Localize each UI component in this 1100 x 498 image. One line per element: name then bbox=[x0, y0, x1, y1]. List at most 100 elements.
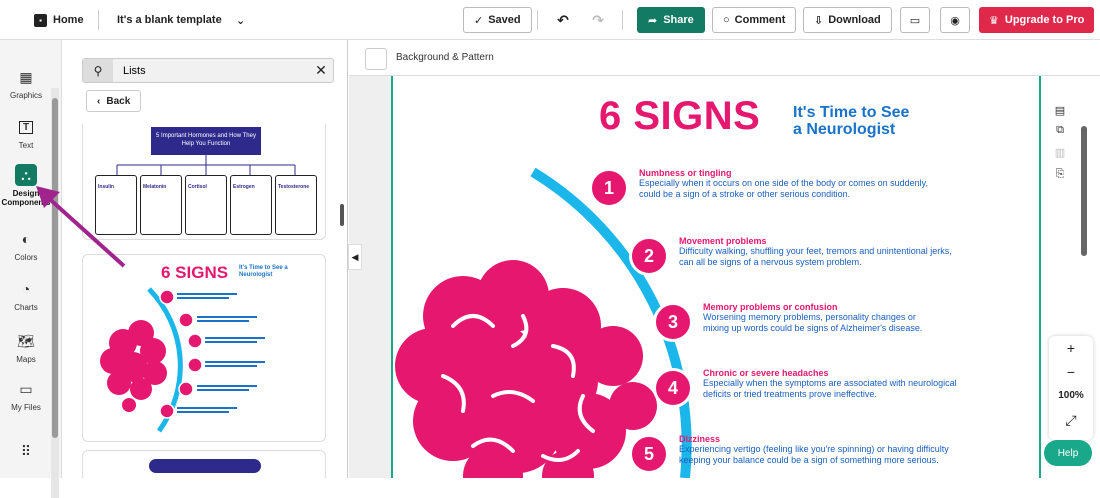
sign-line: deficits or tried treatments prove ineff… bbox=[703, 389, 877, 399]
design-page[interactable]: 6 SIGNS It's Time to See a Neurologist 1… bbox=[391, 76, 1041, 478]
sign-heading: Chronic or severe headaches bbox=[703, 368, 829, 378]
rail-item-charts[interactable]: ◔ Charts bbox=[0, 278, 52, 312]
preview-button[interactable]: ◉ bbox=[940, 7, 970, 33]
home-icon: ▪ bbox=[34, 13, 47, 27]
rail-item-label: Charts bbox=[14, 303, 38, 312]
rail-item-graphics[interactable]: ▦ Graphics bbox=[0, 66, 52, 101]
fit-screen-icon[interactable]: ⤢ bbox=[1049, 408, 1093, 432]
thumbnail-graphic bbox=[100, 287, 265, 433]
infographic-graphics bbox=[395, 167, 692, 478]
undo-button[interactable]: ↶ bbox=[550, 7, 576, 33]
design-components-icon: ⛬ bbox=[15, 164, 37, 186]
sign-number: 1 bbox=[589, 168, 629, 208]
help-button[interactable]: Help bbox=[1044, 440, 1092, 466]
comment-icon: ○ bbox=[723, 14, 730, 26]
zoom-in-button[interactable]: + bbox=[1049, 336, 1093, 360]
background-swatch[interactable] bbox=[365, 48, 387, 70]
back-button[interactable]: ‹ Back bbox=[86, 90, 142, 112]
rail-scrollbar[interactable] bbox=[51, 88, 59, 498]
zoom-controls: + − 100% ⤢ bbox=[1049, 336, 1093, 440]
collapse-panel-button[interactable]: ◀ bbox=[348, 244, 362, 270]
saved-button[interactable]: ✓ Saved bbox=[463, 7, 532, 33]
rail-item-colors[interactable]: ◐ Colors bbox=[0, 228, 52, 262]
comment-button[interactable]: ○ Comment bbox=[712, 7, 797, 33]
scroll-thumb[interactable] bbox=[1081, 126, 1087, 256]
palette-icon: ◐ bbox=[21, 231, 31, 247]
chevron-down-icon[interactable]: ⌄ bbox=[236, 7, 245, 33]
upgrade-button[interactable]: ♛ Upgrade to Pro bbox=[979, 7, 1095, 33]
rail-item-label: Design Components bbox=[1, 189, 51, 207]
template-thumbnail-hormones[interactable]: 5 Important Hormones and How They Help Y… bbox=[82, 124, 326, 240]
thumbnail-box: Melatonin bbox=[140, 175, 182, 235]
rail-item-my-files[interactable]: ▭ My Files bbox=[0, 378, 52, 413]
rail-item-design-components[interactable]: ⛬ Design Components bbox=[0, 164, 52, 207]
sign-line: can all be signs of a nervous system pro… bbox=[679, 257, 862, 267]
search-input[interactable] bbox=[113, 64, 309, 77]
grid-icon: ⠿ bbox=[20, 442, 32, 459]
delete-page-icon[interactable]: ▥ bbox=[1053, 146, 1067, 160]
clear-search-icon[interactable]: ✕ bbox=[309, 62, 333, 79]
chevron-left-icon: ‹ bbox=[97, 95, 101, 107]
scroll-thumb[interactable] bbox=[52, 98, 58, 438]
document-title[interactable]: It's a blank template bbox=[117, 7, 222, 33]
rail-item-maps[interactable]: 🗺 Maps bbox=[0, 330, 52, 365]
zoom-out-button[interactable]: − bbox=[1049, 360, 1093, 384]
background-pattern-label[interactable]: Background & Pattern bbox=[396, 52, 494, 63]
rail-item-more[interactable]: ⠿ bbox=[0, 440, 52, 465]
rail-item-label: Graphics bbox=[9, 91, 42, 100]
upgrade-label: Upgrade to Pro bbox=[1004, 14, 1085, 26]
page-settings-bar: Background & Pattern bbox=[349, 40, 1100, 76]
left-tool-rail: ▦ Graphics T Text ⛬ Design Components ◐ … bbox=[0, 40, 62, 498]
zoom-level: 100% bbox=[1058, 390, 1084, 401]
saved-label: Saved bbox=[488, 14, 521, 26]
graphics-icon: ▦ bbox=[19, 68, 33, 85]
share-button[interactable]: ➦ Share bbox=[637, 7, 705, 33]
duplicate-page-icon[interactable]: ⧉ bbox=[1053, 124, 1067, 138]
thumbnail-box: Insulin bbox=[95, 175, 137, 235]
sign-body: Worsening memory problems, personality c… bbox=[703, 312, 922, 334]
thumbnail-box: Cortisol bbox=[185, 175, 227, 235]
sign-body: Especially when it occurs on one side of… bbox=[639, 178, 928, 200]
top-toolbar: ▪ Home It's a blank template ⌄ ✓ Saved ↶… bbox=[0, 0, 1100, 40]
page-tools: ▤ ⧉ ▥ ⎘ + − 100% ⤢ bbox=[1041, 76, 1100, 478]
sign-line: mixing up words could be signs of Alzhei… bbox=[703, 323, 923, 333]
sign-line: Especially when the symptoms are associa… bbox=[703, 378, 957, 388]
search-icon[interactable]: ⚲ bbox=[83, 59, 113, 82]
panel-scrollbar[interactable] bbox=[338, 124, 346, 464]
design-components-panel: ⚲ ✕ ‹ Back 5 Important Hormones and How … bbox=[62, 40, 348, 478]
rail-item-label: Maps bbox=[16, 355, 36, 364]
sign-number: 3 bbox=[653, 302, 693, 342]
rail-item-label: My Files bbox=[11, 403, 41, 412]
scroll-thumb[interactable] bbox=[340, 204, 344, 226]
home-label: Home bbox=[53, 14, 84, 26]
sign-number: 4 bbox=[653, 368, 693, 408]
text-icon: T bbox=[15, 116, 37, 138]
rail-item-text[interactable]: T Text bbox=[0, 116, 52, 150]
undo-icon: ↶ bbox=[557, 11, 569, 28]
share-icon: ➦ bbox=[648, 14, 658, 27]
share-label: Share bbox=[663, 14, 694, 26]
sign-line: Especially when it occurs on one side of… bbox=[639, 178, 928, 188]
add-page-icon[interactable]: ▤ bbox=[1053, 104, 1067, 118]
download-button[interactable]: ⇩ Download bbox=[803, 7, 892, 33]
sign-line: Worsening memory problems, personality c… bbox=[703, 312, 916, 322]
copy-page-icon[interactable]: ⎘ bbox=[1053, 168, 1067, 182]
home-button[interactable]: ▪ Home bbox=[34, 7, 84, 33]
download-label: Download bbox=[828, 14, 881, 26]
map-icon: 🗺 bbox=[17, 332, 35, 349]
help-label: Help bbox=[1057, 447, 1079, 459]
video-camera-icon: ▭ bbox=[909, 14, 921, 27]
template-thumbnail-next[interactable] bbox=[82, 450, 326, 478]
search-box: ⚲ ✕ bbox=[82, 58, 334, 83]
rail-item-label: Text bbox=[18, 141, 34, 150]
sign-line: Difficulty walking, shuffling your feet,… bbox=[679, 246, 952, 256]
template-thumbnail-6-signs[interactable]: 6 SIGNS It's Time to See a Neurologist bbox=[82, 254, 326, 442]
sign-line: Experiencing vertigo (feeling like you'r… bbox=[679, 444, 949, 454]
thumbnail-box: Testosterone bbox=[275, 175, 317, 235]
redo-button[interactable]: ↷ bbox=[588, 7, 608, 33]
sign-heading: Dizziness bbox=[679, 434, 721, 444]
present-button[interactable]: ▭ bbox=[900, 7, 930, 33]
sign-body: Difficulty walking, shuffling your feet,… bbox=[679, 246, 952, 268]
rail-item-label: Colors bbox=[14, 253, 38, 262]
sign-body: Experiencing vertigo (feeling like you'r… bbox=[679, 444, 949, 466]
